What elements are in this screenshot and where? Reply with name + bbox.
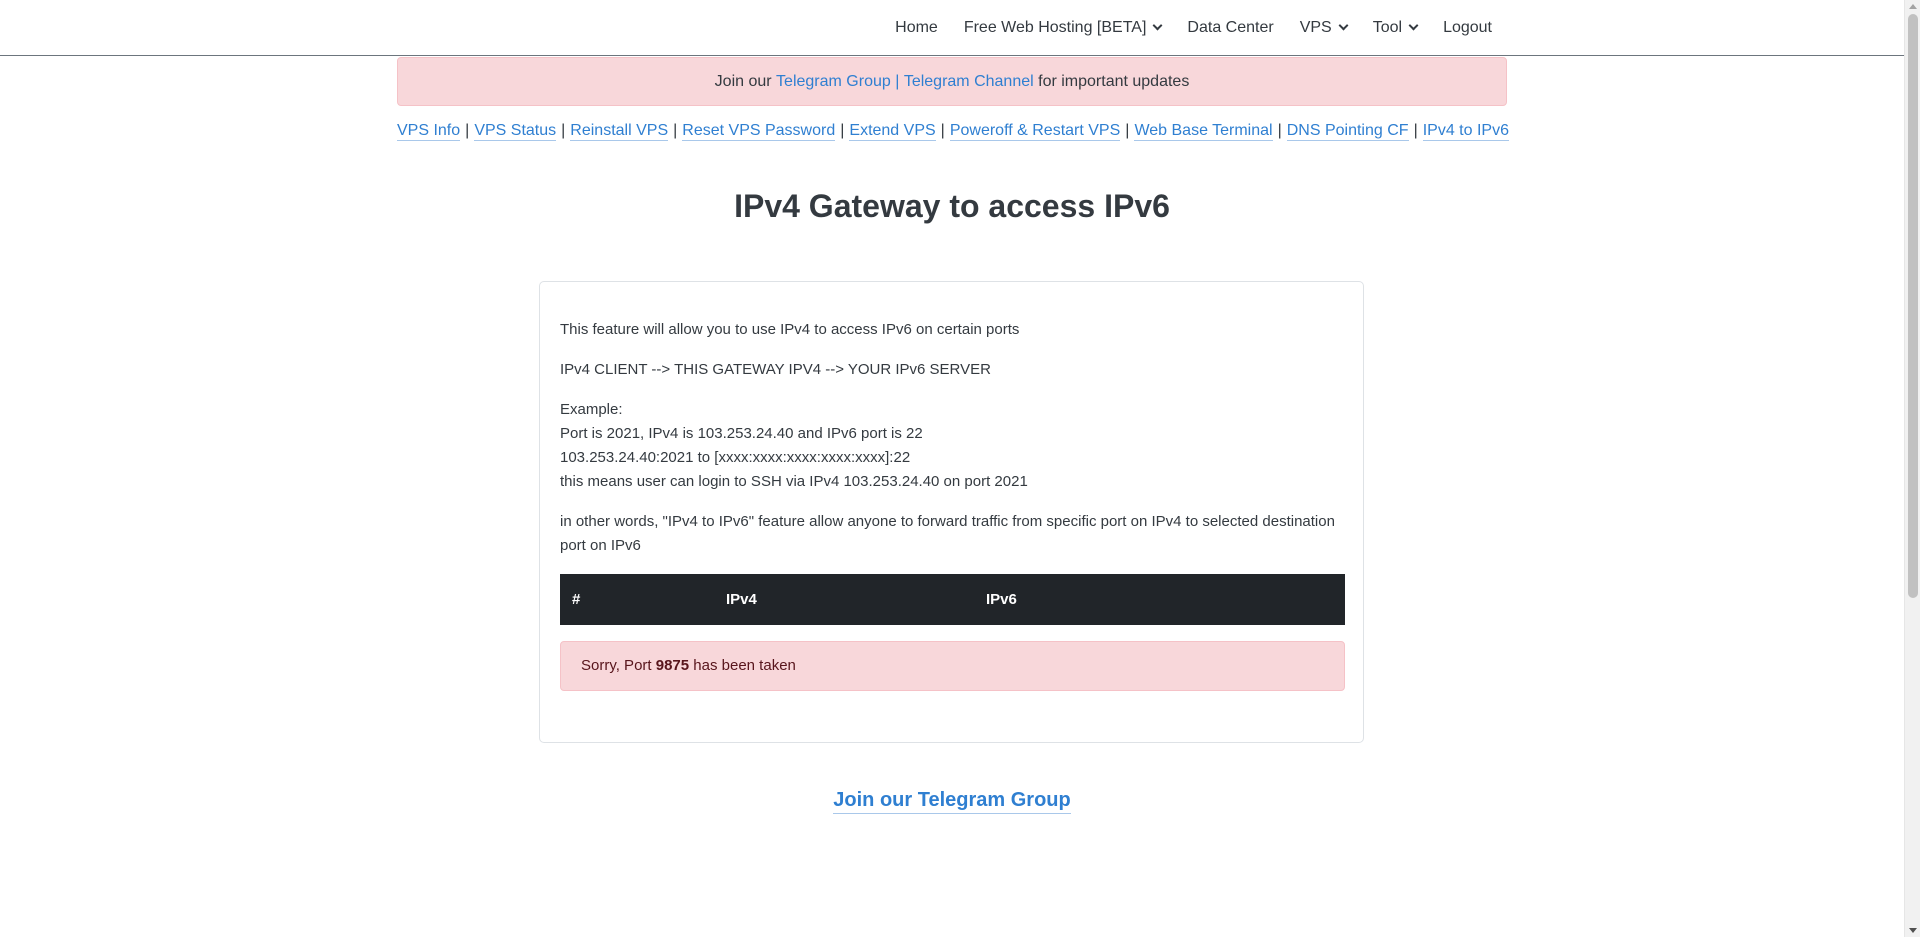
nav-free-web-hosting[interactable]: Free Web Hosting [BETA]	[963, 18, 1163, 37]
subnav-separator: |	[465, 122, 470, 139]
subnav-separator: |	[1277, 122, 1282, 139]
subnav-vps-info[interactable]: VPS Info	[397, 122, 461, 141]
alert-suffix: has been taken	[689, 657, 796, 674]
example-line-3: this means user can login to SSH via IPv…	[560, 473, 1028, 490]
footer-telegram-group-link[interactable]: Join our Telegram Group	[833, 789, 1071, 814]
page-scrollbar[interactable]	[1904, 0, 1920, 937]
nav-home-label: Home	[895, 18, 938, 36]
vps-subnav: VPS Info | VPS Status | Reinstall VPS | Reset …	[397, 122, 1509, 141]
subnav-poweroff-restart-vps[interactable]: Poweroff & Restart VPS	[949, 122, 1121, 141]
example-block: Example: Port is 2021, IPv4 is 103.253.2…	[560, 398, 1345, 494]
subnav-separator: |	[940, 122, 945, 139]
subnav-extend-vps[interactable]: Extend VPS	[849, 122, 936, 141]
subnav-reset-vps-password[interactable]: Reset VPS Password	[682, 122, 836, 141]
subnav-separator: |	[561, 122, 566, 139]
page-title: IPv4 Gateway to access IPv6	[734, 188, 1170, 224]
nav-tool-label: Tool	[1372, 18, 1403, 36]
subnav-dns-pointing-cf[interactable]: DNS Pointing CF	[1286, 122, 1409, 141]
gateway-table: # IPv4 IPv6	[560, 574, 1345, 625]
alert-prefix: Sorry, Port	[581, 657, 656, 674]
nav-menu: Home Free Web Hosting [BETA] Data Center…	[895, 0, 1492, 55]
nav-vps[interactable]: VPS	[1299, 18, 1349, 37]
chevron-down-icon	[1152, 20, 1163, 31]
announcement-separator: |	[890, 72, 904, 90]
announcement-banner: Join our Telegram Group | Telegram Chann…	[397, 57, 1507, 106]
scroll-up-arrow-icon[interactable]	[1909, 4, 1917, 9]
subnav-reinstall-vps[interactable]: Reinstall VPS	[570, 122, 669, 141]
nav-logout-label: Logout	[1443, 18, 1492, 36]
subnav-separator: |	[1413, 122, 1418, 139]
scroll-thumb[interactable]	[1908, 14, 1918, 598]
announcement-suffix: for important updates	[1033, 72, 1190, 90]
nav-home[interactable]: Home	[895, 19, 938, 37]
scroll-down-arrow-icon[interactable]	[1909, 928, 1917, 933]
footer-telegram: Join our Telegram Group	[0, 789, 1904, 814]
top-navbar: Home Free Web Hosting [BETA] Data Center…	[0, 0, 1904, 56]
intro-text: This feature will allow you to use IPv4 …	[560, 321, 1020, 338]
telegram-channel-link[interactable]: Telegram Channel	[904, 73, 1034, 91]
chevron-down-icon	[1408, 20, 1419, 31]
flow-text: IPv4 CLIENT --> THIS GATEWAY IPV4 --> YO…	[560, 361, 991, 378]
telegram-group-link[interactable]: Telegram Group	[776, 73, 891, 91]
example-line-1: Port is 2021, IPv4 is 103.253.24.40 and …	[560, 425, 923, 442]
announcement-prefix: Join our	[714, 72, 777, 90]
chevron-down-icon	[1338, 20, 1349, 31]
other-words-text: in other words, "IPv4 to IPv6" feature a…	[560, 513, 1335, 554]
table-header-index: #	[560, 574, 714, 625]
example-label: Example:	[560, 401, 623, 418]
nav-logout[interactable]: Logout	[1443, 19, 1492, 37]
table-header-ipv4: IPv4	[714, 574, 974, 625]
nav-vps-label: VPS	[1299, 18, 1332, 36]
subnav-vps-status[interactable]: VPS Status	[474, 122, 557, 141]
nav-data-center[interactable]: Data Center	[1187, 19, 1273, 37]
table-header-row: # IPv4 IPv6	[560, 574, 1345, 625]
nav-free-web-hosting-label: Free Web Hosting [BETA]	[963, 18, 1147, 36]
port-taken-alert: Sorry, Port 9875 has been taken	[560, 641, 1345, 691]
subnav-ipv4-to-ipv6[interactable]: IPv4 to IPv6	[1422, 122, 1509, 141]
example-line-2: 103.253.24.40:2021 to [xxxx:xxxx:xxxx:xx…	[560, 449, 911, 466]
table-header-ipv6: IPv6	[974, 574, 1345, 625]
nav-data-center-label: Data Center	[1187, 18, 1274, 36]
gateway-card-body: This feature will allow you to use IPv4 …	[560, 318, 1345, 691]
subnav-separator: |	[673, 122, 678, 139]
alert-port-number: 9875	[655, 657, 690, 674]
nav-tool[interactable]: Tool	[1372, 18, 1419, 37]
subnav-separator: |	[1125, 122, 1130, 139]
subnav-separator: |	[840, 122, 845, 139]
subnav-web-base-terminal[interactable]: Web Base Terminal	[1134, 122, 1273, 141]
gateway-card: This feature will allow you to use IPv4 …	[539, 281, 1364, 743]
